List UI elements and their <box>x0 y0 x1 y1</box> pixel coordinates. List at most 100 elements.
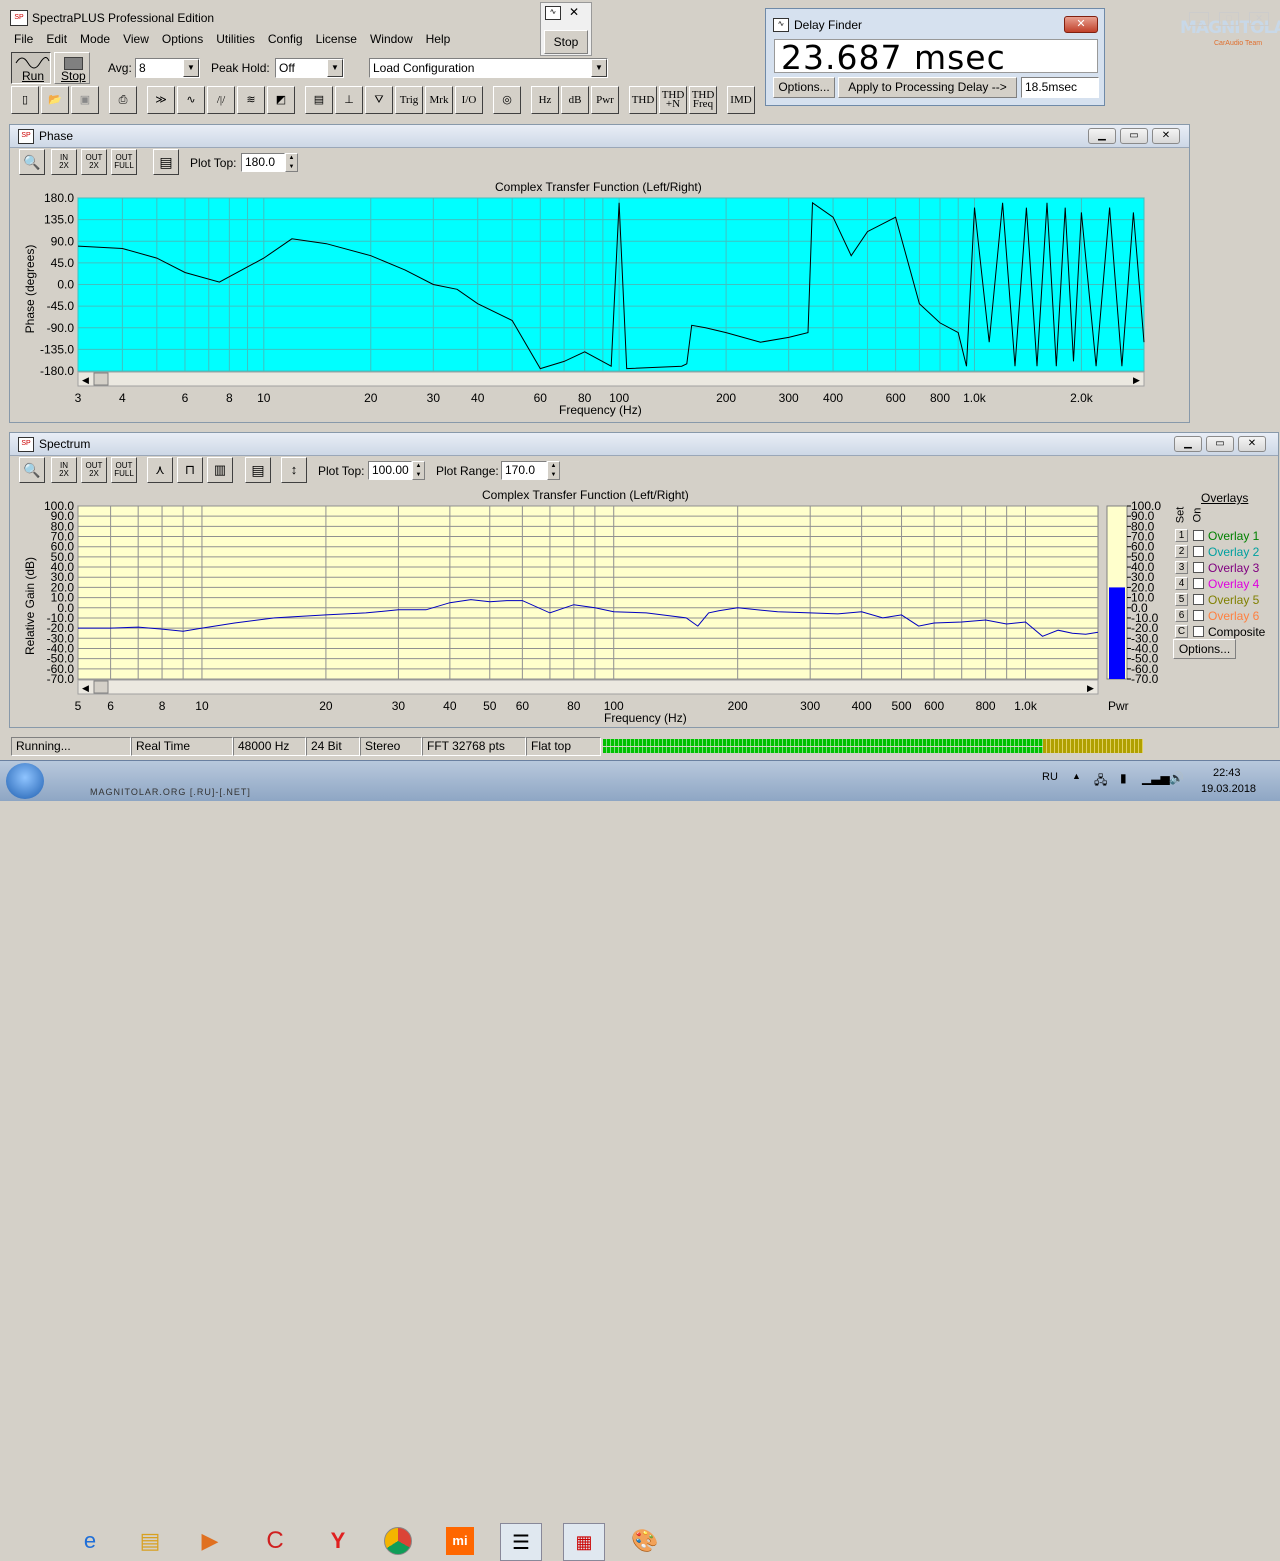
menu-file[interactable]: File <box>14 32 33 46</box>
mixer-icon[interactable]: ☰ <box>500 1523 542 1561</box>
menu-utilities[interactable]: Utilities <box>216 32 255 46</box>
stop-button[interactable]: Stop <box>54 52 90 84</box>
menu-window[interactable]: Window <box>370 32 413 46</box>
run-button[interactable]: Run <box>11 52 51 84</box>
overlay-on-checkbox[interactable] <box>1193 578 1204 589</box>
pwr-button[interactable]: Pwr <box>591 86 619 114</box>
print-icon[interactable]: ⎙ <box>109 86 137 114</box>
overlay-on-checkbox[interactable] <box>1193 530 1204 541</box>
overlay-on-checkbox[interactable] <box>1193 610 1204 621</box>
media-player-icon[interactable]: ▶ <box>190 1523 230 1559</box>
scroll-left-icon: ◀ <box>82 683 89 693</box>
x-tick-label: 60 <box>534 391 548 405</box>
tray-expand-icon[interactable]: ▲ <box>1072 771 1081 781</box>
x-tick-label: 6 <box>107 699 114 713</box>
imd-button[interactable]: IMD <box>727 86 755 114</box>
y-tick-label: -90.0 <box>47 321 75 335</box>
internet-explorer-icon[interactable]: e <box>70 1523 110 1559</box>
overlay-on-checkbox[interactable] <box>1193 594 1204 605</box>
load-configuration-select[interactable]: Load Configuration ▼ <box>369 58 608 78</box>
x-tick-label: 20 <box>364 391 378 405</box>
thd-freq-button[interactable]: THD Freq <box>689 86 717 114</box>
menu-license[interactable]: License <box>316 32 357 46</box>
battery-icon[interactable]: ▮ <box>1120 771 1127 785</box>
spectraplus-task-icon[interactable]: ▦ <box>563 1523 605 1561</box>
spectrogram-icon[interactable]: ≋ <box>237 86 265 114</box>
fast-forward-icon[interactable]: ≫ <box>147 86 175 114</box>
axis-icon[interactable]: ⊥ <box>335 86 363 114</box>
menu-edit[interactable]: Edit <box>46 32 67 46</box>
peak-hold-select[interactable]: Off ▼ <box>275 58 344 78</box>
maximize-icon[interactable]: □ <box>1219 12 1239 26</box>
scope-icon[interactable]: ◎ <box>493 86 521 114</box>
x-tick-label: 200 <box>728 699 748 713</box>
waveform-icon[interactable]: ∿ <box>177 86 205 114</box>
menu-mode[interactable]: Mode <box>80 32 110 46</box>
close-icon[interactable]: ✕ <box>1249 12 1269 26</box>
floating-stop-window: ∿ ✕ Stop <box>540 2 592 56</box>
thd-button[interactable]: THD <box>629 86 657 114</box>
avg-label: Avg: <box>108 61 132 75</box>
new-file-icon[interactable]: ▯ <box>11 86 39 114</box>
settings-panel-icon[interactable]: ▤ <box>305 86 333 114</box>
overlay-set-button[interactable]: C <box>1175 625 1188 638</box>
close-icon[interactable]: ✕ <box>569 5 579 19</box>
overlay-label: Overlay 4 <box>1208 577 1260 591</box>
menu-view[interactable]: View <box>123 32 149 46</box>
file-explorer-icon[interactable]: ▤ <box>130 1523 170 1559</box>
overlay-set-button[interactable]: 6 <box>1175 609 1188 622</box>
floating-stop-button[interactable]: Stop <box>544 30 588 54</box>
overlay-on-checkbox[interactable] <box>1193 562 1204 573</box>
overlay-set-button[interactable]: 2 <box>1175 545 1188 558</box>
trig-button[interactable]: Trig <box>395 86 423 114</box>
spectrum-chart: 100.090.080.070.060.050.040.030.020.010.… <box>44 499 1161 713</box>
close-button[interactable]: ✕ <box>1064 16 1098 33</box>
clock-time[interactable]: 22:43 <box>1213 767 1241 779</box>
chevron-down-icon[interactable]: ▼ <box>183 59 199 77</box>
overlay-on-checkbox[interactable] <box>1193 546 1204 557</box>
ccleaner-icon[interactable]: C <box>255 1523 295 1559</box>
minimize-icon[interactable]: _ <box>1189 12 1209 26</box>
overlay-set-button[interactable]: 1 <box>1175 529 1188 542</box>
menu-options[interactable]: Options <box>162 32 203 46</box>
avg-select[interactable]: 8 ▼ <box>135 58 200 78</box>
x-tick-label: 200 <box>716 391 736 405</box>
clock-date[interactable]: 19.03.2018 <box>1201 783 1256 795</box>
network-icon[interactable]: 🖧 <box>1094 771 1107 792</box>
volume-icon[interactable]: 🔊 <box>1169 771 1184 785</box>
yandex-browser-icon[interactable]: Y <box>318 1523 358 1559</box>
mrk-button[interactable]: Mrk <box>425 86 453 114</box>
x-tick-label: 1.0k <box>963 391 987 405</box>
io-button[interactable]: I/O <box>455 86 483 114</box>
thd-n-button[interactable]: THD +N <box>659 86 687 114</box>
hz-button[interactable]: Hz <box>531 86 559 114</box>
language-indicator[interactable]: RU <box>1042 771 1058 783</box>
x-tick-label: 600 <box>886 391 906 405</box>
chevron-down-icon[interactable]: ▼ <box>591 59 607 77</box>
overlay-options-button[interactable]: Options... <box>1173 639 1236 659</box>
overlay-set-button[interactable]: 4 <box>1175 577 1188 590</box>
phase-y-axis-label: Phase (degrees) <box>23 244 37 334</box>
start-button[interactable] <box>6 763 44 799</box>
overlay-set-button[interactable]: 3 <box>1175 561 1188 574</box>
menu-config[interactable]: Config <box>268 32 303 46</box>
save-icon[interactable]: ▣ <box>71 86 99 114</box>
open-folder-icon[interactable]: 📂 <box>41 86 69 114</box>
chevron-down-icon[interactable]: ▼ <box>327 59 343 77</box>
overlay-on-checkbox[interactable] <box>1193 626 1204 637</box>
x-tick-label: 40 <box>471 391 485 405</box>
wifi-signal-icon[interactable]: ▁▃▅ <box>1142 771 1170 785</box>
chrome-icon[interactable] <box>378 1523 418 1559</box>
overlay-label: Composite <box>1208 625 1266 639</box>
overlay-set-button[interactable]: 5 <box>1175 593 1188 606</box>
sawtooth-icon[interactable]: /|/ <box>207 86 235 114</box>
3d-surface-icon[interactable]: ◩ <box>267 86 295 114</box>
menu-help[interactable]: Help <box>426 32 451 46</box>
scroll-thumb <box>93 680 109 694</box>
taskbar: e ▤ ▶ C Y mi ☰ ▦ 🎨 MAGNITOLAR.ORG [.RU]-… <box>0 760 1280 1561</box>
paint-icon[interactable]: 🎨 <box>625 1523 665 1559</box>
generator-icon[interactable]: ⛛ <box>365 86 393 114</box>
x-tick-label: 300 <box>779 391 799 405</box>
mi-icon[interactable]: mi <box>440 1523 480 1559</box>
db-button[interactable]: dB <box>561 86 589 114</box>
